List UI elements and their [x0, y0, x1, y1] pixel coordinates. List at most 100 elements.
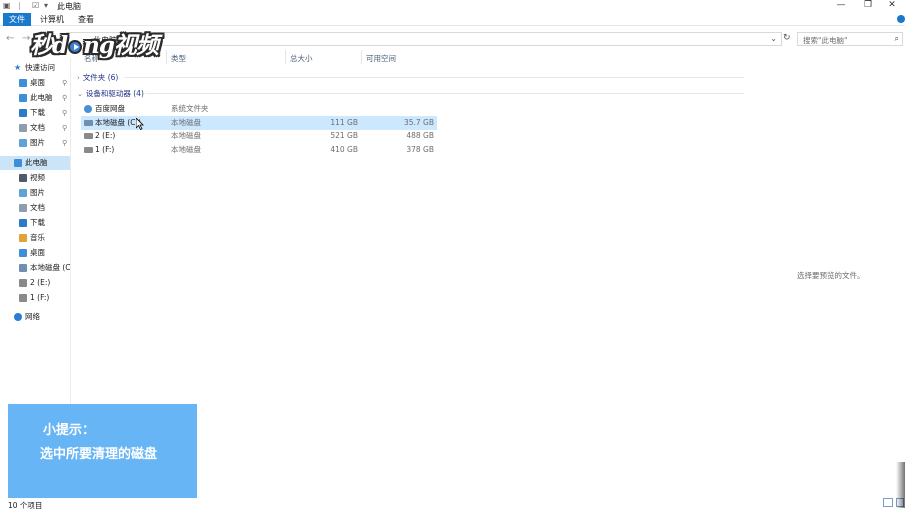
sidebar-item-label: 视频 [30, 173, 45, 182]
title-bar: ▣ | ☑ ▾ 此电脑 — ❐ ✕ [0, 0, 905, 12]
sidebar-item-label: 下载 [30, 218, 45, 227]
address-bar[interactable]: 此电脑 ⌄ [66, 32, 782, 46]
sidebar-item-label: 文档 [30, 203, 45, 212]
minimize-button[interactable]: — [828, 0, 854, 12]
pictures-icon [19, 139, 27, 147]
sidebar-item-label: 音乐 [30, 233, 45, 242]
tip-text: 选中所要清理的磁盘 [40, 447, 158, 462]
file-name: 本地磁盘 (C:) [95, 118, 141, 127]
status-item-count: 10 个项目 [8, 501, 43, 510]
search-placeholder: 搜索"此电脑" [803, 36, 848, 45]
pin-icon[interactable]: ⚲ [62, 76, 67, 90]
help-icon[interactable] [897, 15, 905, 23]
file-total-size: 111 GB [330, 118, 358, 127]
window-title: 此电脑 [57, 2, 81, 11]
sidebar-item-label: 本地磁盘 (C: [30, 263, 71, 272]
column-header-free[interactable]: 可用空间 [366, 53, 396, 64]
pictures-icon [19, 189, 27, 197]
sidebar-item[interactable]: 本地磁盘 (C: [0, 261, 71, 275]
sidebar-item[interactable]: 图片 ⚲ [0, 136, 70, 150]
star-icon: ★ [14, 63, 22, 72]
download-icon [19, 219, 27, 227]
sidebar-item-label: 下载 [30, 108, 45, 117]
column-header-type[interactable]: 类型 [171, 53, 186, 64]
sidebar-item-label: 桌面 [30, 248, 45, 257]
tab-computer[interactable]: 计算机 [34, 13, 70, 26]
separator-icon: | [18, 1, 21, 10]
windows-drive-icon [19, 264, 27, 272]
tip-title: 小提示： [43, 423, 96, 438]
file-total-size: 410 GB [330, 145, 358, 154]
group-header-folders[interactable]: › 文件夹 (6) [77, 72, 118, 83]
drive-icon [84, 133, 93, 139]
pin-icon[interactable]: ⚲ [62, 106, 67, 120]
chevron-down-icon[interactable]: ⌄ [770, 34, 777, 43]
refresh-icon[interactable]: ↻ [783, 33, 791, 43]
chevron-right-icon: › [77, 74, 80, 82]
chevron-down-icon: ⌄ [77, 90, 83, 98]
sidebar-item[interactable]: 图片 [0, 186, 70, 200]
column-divider[interactable] [285, 50, 286, 64]
play-icon [68, 40, 83, 54]
edge-shadow [896, 462, 905, 508]
drive-icon [19, 279, 27, 287]
file-row[interactable]: 1 (F:) 本地磁盘 410 GB 378 GB [81, 143, 437, 157]
sidebar-item[interactable]: 下载 ⚲ [0, 106, 70, 120]
sidebar-item[interactable]: 视频 [0, 171, 70, 185]
pin-icon[interactable]: ⚲ [62, 121, 67, 135]
sidebar-item-label: 图片 [30, 188, 45, 197]
tip-overlay: 小提示： 选中所要清理的磁盘 [8, 404, 197, 498]
sidebar-item[interactable]: 1 (F:) [0, 291, 70, 305]
group-divider [124, 77, 744, 78]
desktop-icon [19, 79, 27, 87]
sidebar-item[interactable]: 此电脑 ⚲ [0, 91, 70, 105]
file-name: 百度网盘 [95, 104, 125, 113]
maximize-button[interactable]: ❐ [855, 0, 881, 12]
sidebar-item[interactable]: 音乐 [0, 231, 70, 245]
tab-view[interactable]: 查看 [72, 13, 100, 26]
column-header-total[interactable]: 总大小 [290, 53, 313, 64]
file-type: 本地磁盘 [171, 118, 201, 127]
network-icon [14, 313, 22, 321]
drive-icon [84, 147, 93, 153]
documents-icon [19, 204, 27, 212]
file-row[interactable]: 本地磁盘 (C:) 本地磁盘 111 GB 35.7 GB [81, 116, 437, 130]
tab-file[interactable]: 文件 [3, 13, 31, 26]
details-view-icon[interactable] [883, 498, 893, 507]
sidebar-item-label: 网络 [25, 312, 40, 321]
pin-icon[interactable]: ⚲ [62, 136, 67, 150]
miaodong-video-logo: 秒d ng视频 [30, 32, 159, 59]
pin-icon[interactable]: ⚲ [62, 91, 67, 105]
sidebar-item[interactable]: 网络 [0, 310, 70, 324]
column-divider[interactable] [361, 50, 362, 64]
sidebar-item-label: 图片 [30, 138, 45, 147]
sidebar-item[interactable]: 此电脑 [0, 156, 70, 170]
sidebar-item-label: 文档 [30, 123, 45, 132]
sidebar-item[interactable]: 文档 [0, 201, 70, 215]
sidebar-item-label: 1 (F:) [30, 293, 50, 302]
sidebar-item[interactable]: 文档 ⚲ [0, 121, 70, 135]
sidebar-item-label: 桌面 [30, 78, 45, 87]
close-button[interactable]: ✕ [879, 0, 905, 12]
file-row[interactable]: 2 (E:) 本地磁盘 521 GB 488 GB [81, 129, 437, 143]
group-header-devices[interactable]: ⌄ 设备和驱动器 (4) [77, 88, 144, 99]
back-icon[interactable]: ← [6, 33, 14, 44]
sidebar-item[interactable]: 桌面 [0, 246, 70, 260]
sidebar-item[interactable]: 2 (E:) [0, 276, 70, 290]
sidebar-item[interactable]: 桌面 ⚲ [0, 76, 70, 90]
computer-icon [19, 94, 27, 102]
file-free-space: 35.7 GB [403, 118, 434, 127]
file-free-space: 378 GB [406, 145, 434, 154]
group-divider [145, 93, 744, 94]
computer-icon [14, 159, 22, 167]
column-divider[interactable] [166, 50, 167, 64]
quick-access-dropdown-icon[interactable]: ▾ [44, 1, 48, 10]
sidebar-item-label: 此电脑 [30, 93, 53, 102]
file-row[interactable]: 百度网盘 系统文件夹 [81, 102, 437, 116]
properties-icon[interactable]: ☑ [32, 1, 39, 10]
search-input[interactable]: 搜索"此电脑" ⌕ [797, 32, 903, 46]
sidebar-item[interactable]: 下载 [0, 216, 70, 230]
documents-icon [19, 124, 27, 132]
preview-pane-message: 选择要预览的文件。 [797, 271, 865, 280]
sidebar-item[interactable]: ★ 快速访问 [0, 61, 70, 75]
